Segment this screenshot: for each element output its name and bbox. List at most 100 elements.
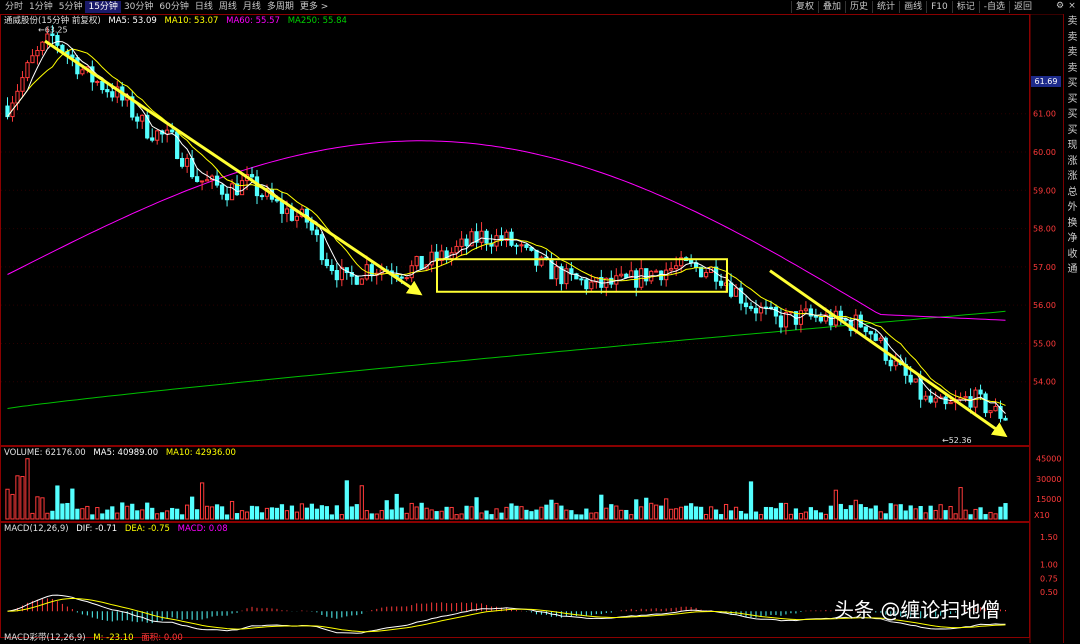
- volume-bar: [609, 504, 614, 520]
- candle-body: [479, 230, 484, 243]
- volume-bar: [279, 504, 285, 520]
- close-icon[interactable]: ×: [1066, 0, 1078, 12]
- volume-bar: [65, 502, 70, 520]
- volume-bar: [389, 509, 394, 520]
- volume-bar: [399, 507, 404, 520]
- quote-field-5: 买: [1067, 93, 1078, 105]
- volume-bar: [718, 514, 724, 520]
- quote-field-1: 卖: [1067, 31, 1078, 43]
- candle-body: [703, 271, 709, 278]
- volume-bar: [269, 507, 275, 520]
- candle-body: [863, 326, 868, 333]
- quote-field-13: 换: [1067, 217, 1078, 229]
- volume-bar: [614, 505, 619, 520]
- candle-body: [933, 397, 938, 403]
- macd-value-label: MACD: 0.08: [177, 524, 228, 534]
- candle-body: [873, 333, 878, 341]
- volume-bar: [324, 506, 329, 520]
- volume-bar: [494, 508, 499, 520]
- macd-tick-label: 1.50: [1040, 533, 1058, 542]
- volume-bar: [15, 475, 20, 520]
- volume-bar: [414, 506, 419, 520]
- quote-field-7: 买: [1067, 124, 1078, 136]
- volume-bar: [299, 503, 305, 520]
- candle-body: [948, 401, 953, 405]
- price-tick-label: 57.00: [1033, 263, 1056, 272]
- volume-bar: [284, 510, 290, 520]
- quote-field-8: 现: [1067, 140, 1078, 151]
- volume-bar: [564, 509, 569, 520]
- volume-bar: [589, 512, 594, 520]
- candle-body: [224, 193, 230, 201]
- macd-tick-label: 1.00: [1040, 561, 1058, 570]
- volume-bar: [50, 510, 55, 520]
- volume-bar: [160, 512, 165, 520]
- candle-body: [644, 268, 649, 282]
- volume-bar: [344, 480, 349, 520]
- ma10-line: [7, 48, 1006, 406]
- candle-body: [30, 55, 35, 64]
- candle-body: [155, 130, 160, 141]
- candle-body: [928, 395, 933, 403]
- volume-bar: [584, 508, 589, 520]
- candle-body: [748, 306, 754, 309]
- main-panel-frame: [0, 14, 1030, 446]
- volume-bar: [429, 509, 434, 520]
- candle-body: [329, 264, 334, 272]
- volume-bar: [484, 510, 489, 520]
- volume-bar: [853, 499, 858, 520]
- price-tick-label: 56.00: [1033, 301, 1056, 310]
- watermark: 头条 @缠论扫地僧: [834, 598, 1001, 622]
- volume-bar: [135, 510, 140, 520]
- macd-title: MACD(12,26,9): [4, 524, 69, 534]
- volume-bar: [489, 514, 494, 520]
- price-tick-label: 59.00: [1033, 186, 1056, 195]
- volume-bar: [654, 504, 659, 520]
- m-label: M: -23.10: [93, 633, 134, 643]
- candle-body: [614, 275, 619, 285]
- candle-body: [354, 275, 359, 285]
- volume-bar: [444, 506, 449, 520]
- volume-bar: [125, 505, 130, 520]
- volume-bar: [793, 508, 799, 520]
- candle-body: [888, 359, 893, 367]
- candle-body: [698, 266, 704, 278]
- volume-bar: [828, 505, 833, 520]
- volume-bar: [229, 500, 235, 520]
- candle-body: [983, 393, 988, 414]
- volume-bar: [514, 505, 519, 520]
- volume-bar: [499, 512, 504, 520]
- candle-body: [923, 395, 928, 400]
- dea-label: DEA: -0.75: [124, 524, 170, 534]
- volume-bar: [145, 502, 150, 520]
- volume-bar: [644, 497, 649, 520]
- candle-body: [419, 255, 424, 270]
- volume-bar: [85, 505, 90, 520]
- candle-body: [868, 331, 873, 335]
- candle-body: [728, 282, 734, 297]
- candle-body: [853, 314, 858, 331]
- candle-body: [55, 35, 60, 46]
- volume-ma5-label: MA5: 40989.00: [93, 448, 159, 458]
- candle-body: [878, 337, 883, 341]
- volume-label: VOLUME: 62176.00: [4, 448, 86, 458]
- volume-bar: [928, 505, 933, 520]
- volume-bar: [733, 506, 739, 520]
- candle-body: [105, 89, 110, 93]
- volume-bar: [813, 510, 819, 520]
- volume-bar: [748, 481, 754, 520]
- volume-bar: [409, 502, 414, 520]
- volume-bar: [933, 509, 938, 520]
- volume-bar: [459, 513, 464, 520]
- volume-bar: [579, 514, 584, 520]
- volume-bar: [244, 511, 250, 520]
- volume-bar: [469, 506, 474, 520]
- volume-bar: [803, 511, 809, 520]
- candle-body: [20, 77, 25, 92]
- volume-bar: [359, 485, 364, 520]
- stock-chart[interactable]: ←63.25←52.36 54.0055.0056.0057.0058.0059…: [0, 0, 1063, 643]
- volume-bar: [669, 508, 674, 520]
- candle-body: [1003, 417, 1008, 421]
- candle-body: [818, 316, 823, 322]
- volume-bar: [833, 489, 838, 520]
